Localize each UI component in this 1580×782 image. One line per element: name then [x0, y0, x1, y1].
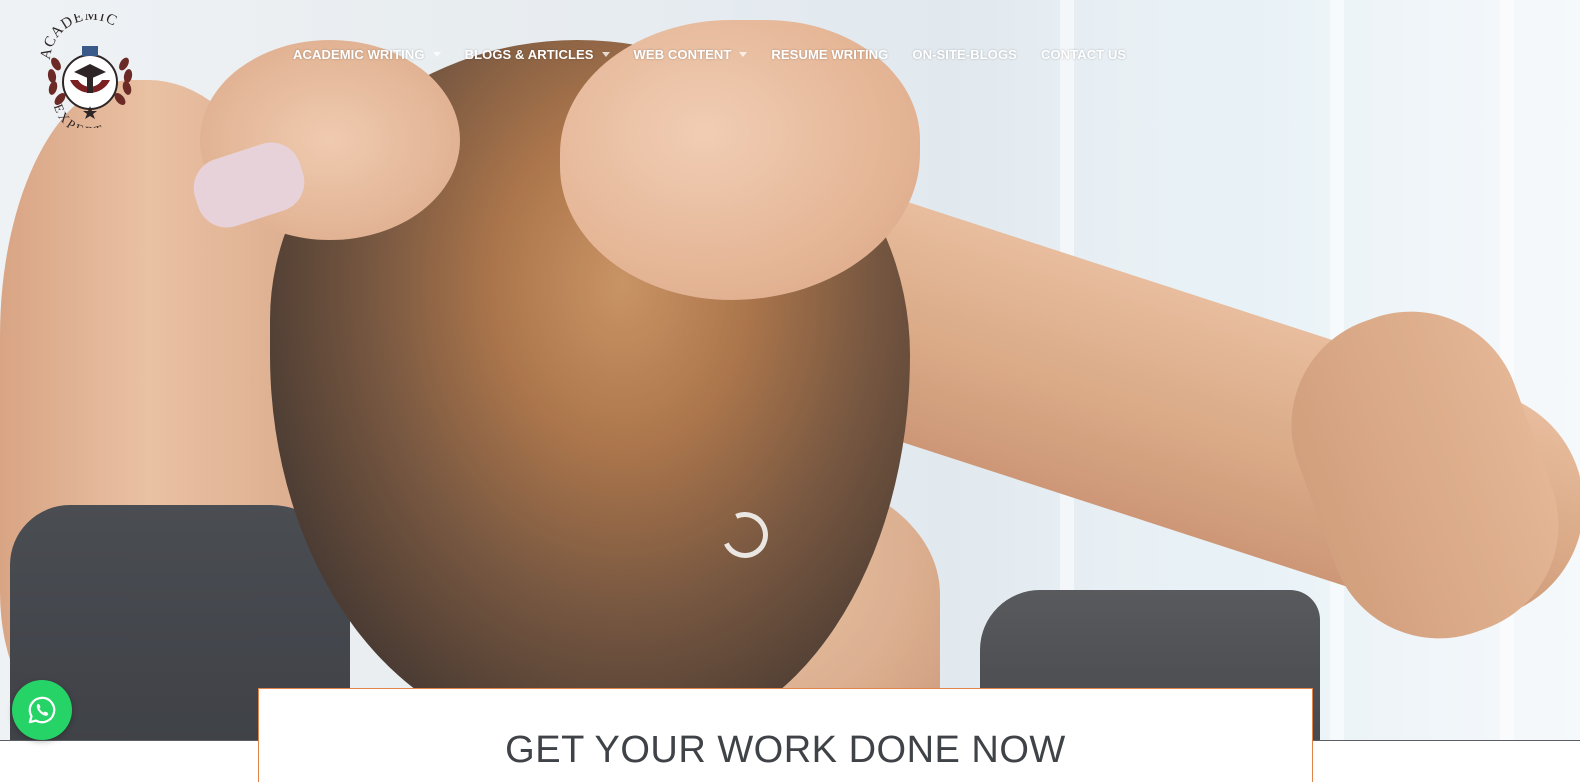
chevron-down-icon: [601, 51, 610, 57]
nav-item-label: ON-SITE-BLOGS: [912, 46, 1017, 62]
nav-item-resume-writing[interactable]: RESUME WRITING: [771, 44, 888, 64]
nav-item-label: ACADEMIC WRITING: [293, 46, 425, 62]
main-nav: ACADEMIC WRITING BLOGS & ARTICLES WEB CO…: [293, 44, 1150, 64]
whatsapp-button[interactable]: [12, 680, 72, 740]
svg-text:ACADEMIC: ACADEMIC: [40, 14, 120, 61]
nav-item-blogs-articles[interactable]: BLOGS & ARTICLES: [465, 44, 610, 64]
logo-text-top: ACADEMIC: [38, 8, 119, 61]
nav-item-label: RESUME WRITING: [771, 46, 889, 62]
nav-item-academic-writing[interactable]: ACADEMIC WRITING: [293, 44, 441, 64]
whatsapp-icon: [28, 696, 56, 724]
hero-background-image: [0, 0, 1580, 746]
nav-item-label: BLOGS & ARTICLES: [464, 46, 594, 62]
cta-card: GET YOUR WORK DONE NOW: [258, 688, 1313, 782]
nav-item-web-content[interactable]: WEB CONTENT: [634, 44, 748, 64]
chevron-down-icon: [739, 51, 748, 57]
graduation-cap-laurel-icon: ACADEMIC EXPERT: [38, 8, 133, 138]
nav-item-label: CONTACT US: [1040, 46, 1127, 62]
site-logo[interactable]: ACADEMIC EXPERT: [38, 8, 140, 138]
chevron-down-icon: [432, 51, 441, 57]
nav-item-label: WEB CONTENT: [633, 46, 732, 62]
nav-item-on-site-blogs[interactable]: ON-SITE-BLOGS: [912, 44, 1017, 64]
cta-title: GET YOUR WORK DONE NOW: [505, 729, 1066, 771]
nav-item-contact-us[interactable]: CONTACT US: [1041, 44, 1126, 64]
